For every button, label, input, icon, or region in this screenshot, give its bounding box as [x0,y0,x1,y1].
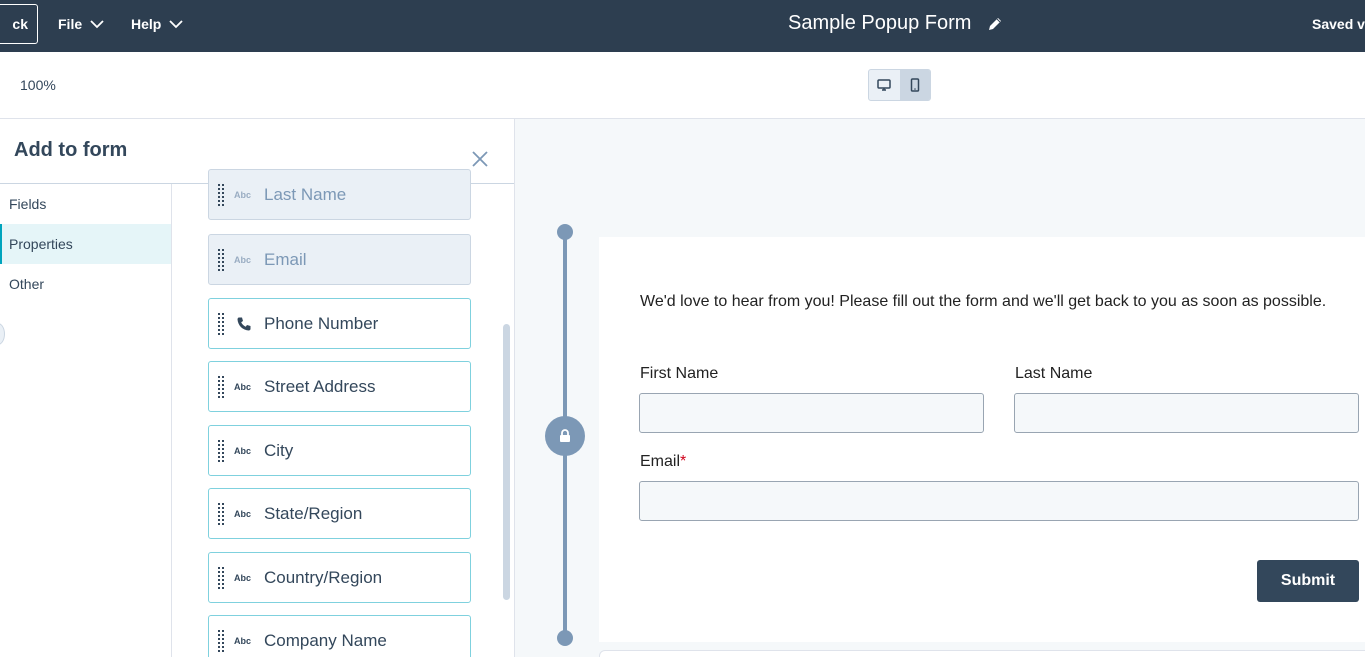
field-label: Country/Region [264,568,383,587]
category-other[interactable]: Other [0,264,171,304]
abc-icon: Abc [234,636,252,646]
drag-handle-icon [218,630,224,652]
drag-handle-icon [218,313,224,335]
drag-handle-icon [218,440,224,462]
field-label: Last Name [264,185,347,204]
close-icon[interactable] [470,149,490,169]
timeline-lock-node[interactable] [545,416,585,456]
timeline-start-dot [557,224,573,240]
field-item-phone-number[interactable]: Phone Number [208,298,471,349]
category-nav: Fields Properties Other [0,184,172,657]
top-nav-bar: ck File Help Sample Popup Form Saved v [0,0,1365,52]
device-preview-toggle [868,69,931,101]
panel-title: Add to form [14,139,128,161]
email-label: Email* [640,453,687,470]
abc-icon: Abc [234,255,252,265]
help-menu[interactable]: Help [131,14,184,34]
abc-icon: Abc [234,573,252,583]
timeline-end-dot [557,630,573,646]
form-preview-canvas: We'd love to hear from you! Please fill … [515,119,1365,657]
desktop-preview-button[interactable] [869,70,900,100]
field-label: Phone Number [264,314,379,333]
abc-icon: Abc [234,190,252,200]
form-intro-text: We'd love to hear from you! Please fill … [640,293,1327,310]
field-label: City [264,441,294,460]
required-asterisk: * [680,453,687,470]
phone-icon [237,317,251,331]
abc-icon: Abc [234,446,252,456]
back-button[interactable]: ck [0,4,38,44]
first-name-label: First Name [640,365,719,382]
chevron-down-icon [169,20,183,29]
field-list-scrollbar[interactable] [500,184,512,657]
field-item-company-name[interactable]: Abc Company Name [208,615,471,657]
desktop-icon [877,79,891,91]
first-name-input[interactable] [639,393,984,433]
form-title-area: Sample Popup Form [788,12,1003,35]
drag-handle-icon [218,567,224,589]
saved-status: Saved v [1312,16,1365,32]
field-item-last-name: Abc Last Name [208,169,471,220]
field-item-email: Abc Email [208,234,471,285]
zoom-level[interactable]: 100% [20,77,56,93]
editor-toolbar: 100% [0,52,1365,119]
file-menu-label: File [58,16,83,32]
field-item-city[interactable]: Abc City [208,425,471,476]
lock-icon [560,429,570,442]
popup-form-card: We'd love to hear from you! Please fill … [599,237,1365,642]
help-menu-label: Help [131,16,162,32]
email-input[interactable] [639,481,1359,521]
field-label: Email [264,250,307,269]
mobile-preview-button[interactable] [899,70,930,100]
add-to-form-panel: Add to form Fields Properties Other Abc … [0,119,515,657]
drag-handle-icon [218,503,224,525]
field-item-state-region[interactable]: Abc State/Region [208,488,471,539]
mobile-icon [910,78,919,92]
chevron-down-icon [90,20,104,29]
drag-handle-icon [218,249,224,271]
submit-button[interactable]: Submit [1257,560,1359,602]
back-button-label: ck [12,16,28,32]
abc-icon: Abc [234,382,252,392]
form-title: Sample Popup Form [788,12,972,34]
last-name-label: Last Name [1015,365,1093,382]
field-label: Street Address [264,377,376,396]
next-card-edge [599,650,1365,657]
last-name-input[interactable] [1014,393,1359,433]
field-label: State/Region [264,504,363,523]
field-item-street-address[interactable]: Abc Street Address [208,361,471,412]
drag-handle-icon [218,376,224,398]
pencil-icon[interactable] [987,16,1003,32]
file-menu[interactable]: File [58,14,105,34]
abc-icon: Abc [234,509,252,519]
scrollbar-thumb[interactable] [503,324,510,600]
drag-handle-icon [218,184,224,206]
field-label: Company Name [264,631,387,650]
category-properties[interactable]: Properties [0,224,171,264]
category-fields[interactable]: Fields [0,184,171,224]
field-item-country-region[interactable]: Abc Country/Region [208,552,471,603]
